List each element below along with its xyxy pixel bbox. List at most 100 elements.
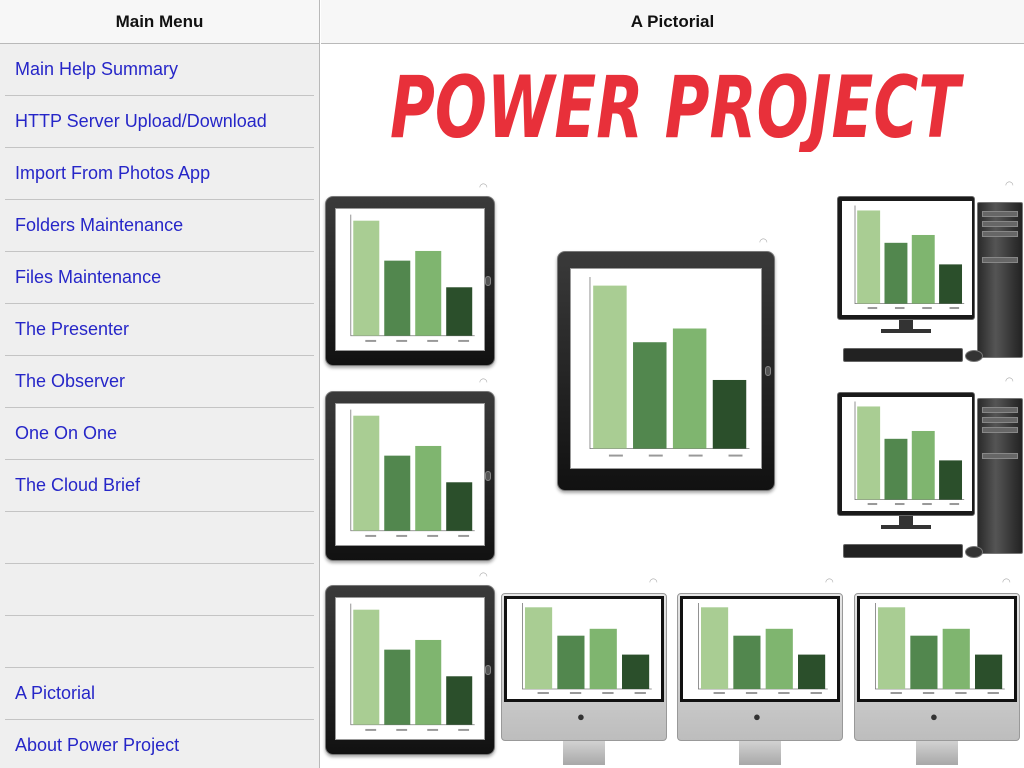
chart-tick-label [396, 728, 408, 731]
chart-tick-label [458, 728, 470, 731]
chart-tick-label [922, 503, 932, 506]
menu-item-the-presenter[interactable]: The Presenter [5, 304, 314, 356]
chart-tick-label [427, 534, 439, 537]
drive-bay [982, 221, 1018, 227]
apple-logo-icon: ● [753, 709, 761, 724]
pc-mouse [965, 546, 983, 558]
chart-bar [415, 445, 442, 531]
chart-tick-label [810, 692, 822, 694]
chart-bar [857, 210, 881, 304]
imac-stand [916, 741, 958, 765]
menu-item-import-photos[interactable]: Import From Photos App [5, 148, 314, 200]
chart-bar [384, 649, 411, 725]
ipad-home-button [765, 366, 771, 376]
chart-tick-label [458, 534, 470, 537]
ipad-screen [335, 207, 485, 351]
wifi-icon: ◠ [1005, 180, 1014, 191]
ipad-screen [570, 267, 762, 470]
pc-mouse [965, 350, 983, 362]
ipad-device [325, 585, 495, 755]
chart-tick-label [728, 454, 743, 457]
pc-stand-base [881, 525, 931, 529]
menu-item-about-power-project[interactable]: About Power Project [5, 720, 314, 768]
chart-tick-label [458, 339, 470, 342]
menu-item-one-on-one[interactable]: One On One [5, 408, 314, 460]
chart-tick-label [427, 728, 439, 731]
wifi-icon: ◠ [1002, 577, 1011, 588]
menu-item-files-maintenance[interactable]: Files Maintenance [5, 252, 314, 304]
bar-chart [589, 276, 750, 457]
wifi-icon: ◠ [479, 377, 488, 388]
pictorial-canvas: POWER PROJECT ◠ ◠ ◠ ◠ ◠ ◠ ● ◠ ● ◠ ● ◠ [321, 44, 1024, 768]
chart-tick-label [987, 692, 999, 694]
imac-screen [683, 599, 837, 699]
drive-bay [982, 453, 1018, 459]
bar-chart [854, 205, 965, 310]
menu-item-http-server[interactable]: HTTP Server Upload/Download [5, 96, 314, 148]
pc-tower [977, 398, 1023, 554]
menu-item-the-observer[interactable]: The Observer [5, 356, 314, 408]
chart-tick-label [867, 503, 878, 506]
menu-item-empty [5, 616, 314, 668]
ipad-home-button [485, 665, 491, 675]
bar-chart [698, 603, 828, 694]
wifi-icon: ◠ [759, 237, 768, 248]
chart-tick-label [569, 692, 582, 694]
chart-bar [633, 342, 667, 449]
chart-tick-label [922, 307, 932, 310]
sidebar-title: Main Menu [0, 0, 319, 44]
menu-item-folders-maintenance[interactable]: Folders Maintenance [5, 200, 314, 252]
desktop-pc-device [837, 196, 1024, 371]
imac-device: ● [677, 593, 843, 765]
chart-tick-label [949, 307, 960, 310]
wifi-icon: ◠ [479, 571, 488, 582]
pc-monitor [837, 392, 975, 516]
logo-text: POWER PROJECT [390, 62, 965, 152]
chart-tick-label [890, 692, 902, 694]
apple-logo-icon: ● [577, 709, 585, 724]
menu-item-main-help-summary[interactable]: Main Help Summary [5, 44, 314, 96]
imac-screen [860, 599, 1014, 699]
pc-keyboard [843, 348, 963, 362]
chart-tick-label [427, 339, 439, 342]
pc-tower [977, 202, 1023, 358]
sidebar: Main Menu Main Help Summary HTTP Server … [0, 0, 320, 768]
ipad-device [325, 196, 495, 366]
chart-bar [622, 654, 650, 689]
bar-chart [350, 603, 475, 731]
bar-chart [350, 214, 475, 342]
bar-chart [875, 603, 1005, 694]
chart-bar [415, 639, 442, 725]
chart-bar [911, 430, 935, 500]
chart-bar [446, 482, 473, 531]
chart-bar [353, 220, 380, 336]
chart-bar [942, 628, 970, 689]
drive-bay [982, 407, 1018, 413]
bar-chart [350, 409, 475, 537]
chart-bar [765, 628, 793, 689]
chart-tick-label [894, 307, 905, 310]
chart-bar [589, 628, 617, 689]
ipad-screen [335, 402, 485, 546]
chart-bar [700, 607, 729, 689]
chart-tick-label [713, 692, 725, 694]
ipad-device [325, 391, 495, 561]
menu-item-cloud-brief[interactable]: The Cloud Brief [5, 460, 314, 512]
power-project-logo: POWER PROJECT [390, 62, 965, 152]
wifi-icon: ◠ [479, 182, 488, 193]
chart-bar [911, 234, 935, 304]
pc-keyboard [843, 544, 963, 558]
drive-bay [982, 257, 1018, 263]
chart-bar [939, 264, 963, 304]
menu-item-a-pictorial[interactable]: A Pictorial [5, 668, 314, 720]
chart-bar [857, 406, 881, 500]
chart-bar [446, 287, 473, 336]
chart-tick-label [602, 692, 614, 694]
chart-tick-label [609, 454, 623, 457]
menu-item-empty [5, 564, 314, 616]
chart-tick-label [396, 339, 408, 342]
chart-tick-label [894, 503, 905, 506]
chart-bar [884, 242, 908, 304]
drive-bay [982, 417, 1018, 423]
chart-tick-label [634, 692, 646, 694]
